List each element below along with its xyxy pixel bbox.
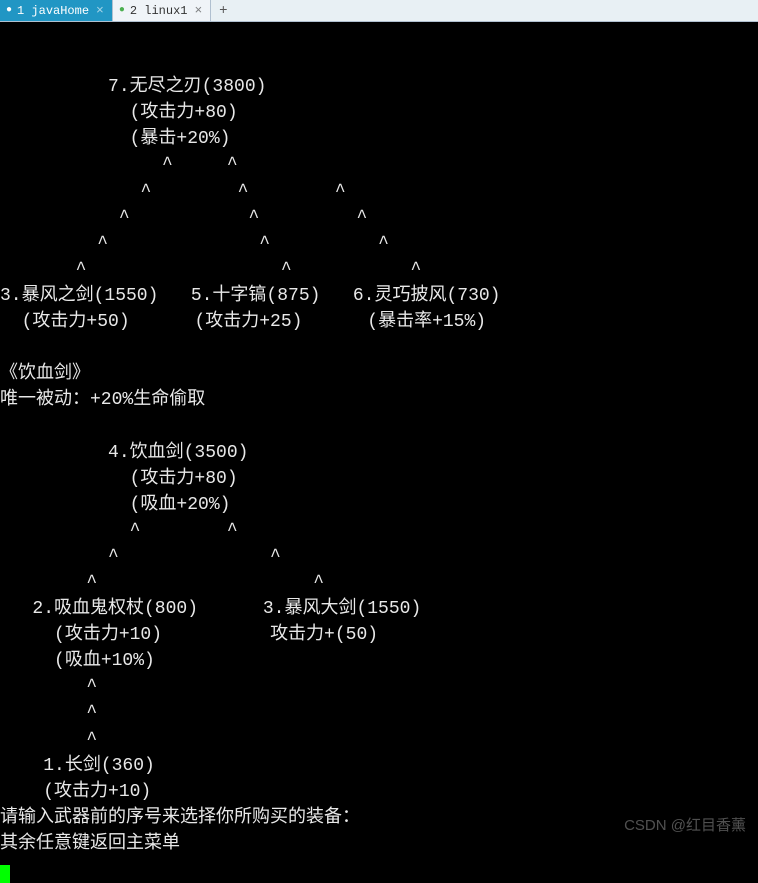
item-1-line1: 1.长剑(360)	[0, 756, 155, 776]
tab-status-dot: ●	[119, 6, 125, 16]
items-row: (攻击力+50) (攻击力+25) (暴击率+15%)	[0, 312, 486, 332]
tab-label: 2 linux1	[130, 4, 188, 18]
tab-label: 1 javaHome	[17, 4, 89, 18]
caret-row: ^ ^ ^	[0, 234, 389, 254]
prompt-line2: 其余任意键返回主菜单	[0, 834, 180, 854]
item-1-line2: (攻击力+10)	[0, 782, 151, 802]
close-icon[interactable]: ×	[94, 3, 106, 18]
item-4-line3: (吸血+20%)	[0, 495, 230, 515]
tab-linux1[interactable]: ● 2 linux1 ×	[113, 0, 211, 21]
item-7-line3: (暴击+20%)	[0, 129, 230, 149]
watermark: CSDN @红目香薰	[624, 815, 746, 837]
caret-row: ^ ^ ^	[0, 260, 421, 280]
prompt-line1: 请输入武器前的序号来选择你所购买的装备：	[0, 808, 360, 828]
caret-row: ^ ^	[0, 573, 324, 593]
section-title: 《饮血剑》	[0, 364, 90, 384]
blank-line	[0, 51, 11, 71]
items-row: 2.吸血鬼权杖(800) 3.暴风大剑(1550)	[0, 599, 421, 619]
terminal-output[interactable]: 7.无尽之刃(3800) (攻击力+80) (暴击+20%) ^ ^ ^ ^ ^…	[0, 22, 758, 847]
add-tab-button[interactable]: +	[211, 0, 235, 21]
items-row: (吸血+10%)	[0, 651, 155, 671]
passive-text: 唯一被动：+20%生命偷取	[0, 390, 205, 410]
item-7-line1: 7.无尽之刃(3800)	[0, 77, 266, 97]
caret-row: ^	[0, 730, 97, 750]
blank-line	[0, 416, 11, 436]
item-4-line2: (攻击力+80)	[0, 469, 238, 489]
item-4-line1: 4.饮血剑(3500)	[0, 443, 248, 463]
item-7-line2: (攻击力+80)	[0, 103, 238, 123]
caret-row: ^ ^ ^	[0, 208, 367, 228]
items-row: (攻击力+10) 攻击力+(50)	[0, 625, 378, 645]
caret-row: ^ ^	[0, 547, 281, 567]
tab-bar: ● 1 javaHome × ● 2 linux1 × +	[0, 0, 758, 22]
close-icon[interactable]: ×	[192, 3, 204, 18]
tab-status-dot: ●	[6, 6, 12, 16]
tab-javahome[interactable]: ● 1 javaHome ×	[0, 0, 113, 21]
items-row: 3.暴风之剑(1550) 5.十字镐(875) 6.灵巧披风(730)	[0, 286, 500, 306]
caret-row: ^ ^	[0, 155, 238, 175]
terminal-cursor	[0, 865, 10, 883]
caret-row: ^	[0, 703, 97, 723]
caret-row: ^	[0, 677, 97, 697]
caret-row: ^ ^	[0, 521, 238, 541]
caret-row: ^ ^ ^	[0, 182, 346, 202]
blank-line	[0, 338, 11, 358]
